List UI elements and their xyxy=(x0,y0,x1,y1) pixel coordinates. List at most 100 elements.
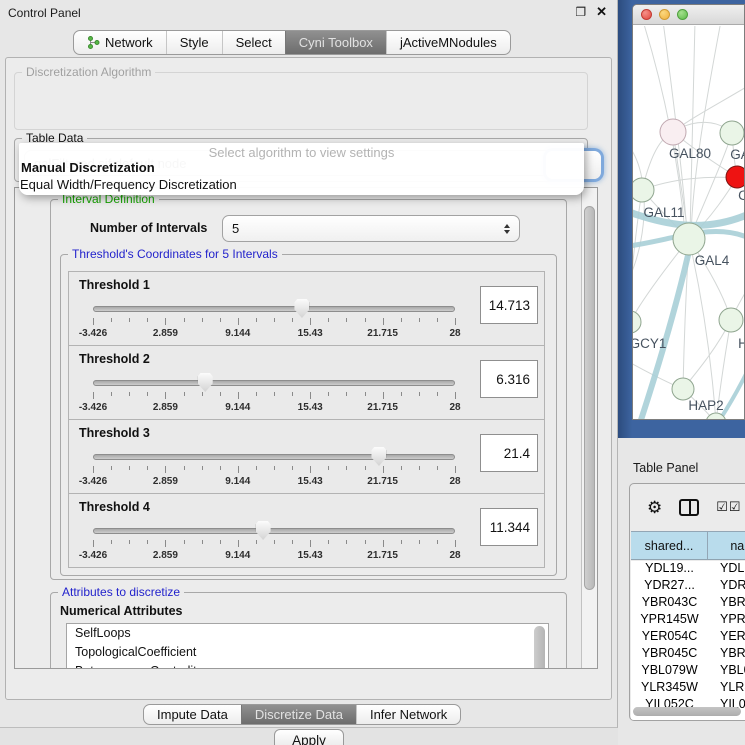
tick-mark xyxy=(238,466,239,473)
network-node-green[interactable] xyxy=(673,223,705,255)
control-panel: Control Panel ❐ ✕ Network xyxy=(0,0,618,728)
cell-name[interactable]: YPR1 xyxy=(708,612,745,629)
numerical-attributes-heading: Numerical Attributes xyxy=(60,604,182,618)
network-canvas[interactable]: GAL80GAGAL11CGAL4GCY1HHAP2 xyxy=(633,26,745,420)
cell-name[interactable]: YBR0 xyxy=(708,595,745,612)
slider-thumb-icon[interactable] xyxy=(294,299,309,318)
slider-thumb-icon[interactable] xyxy=(371,447,386,466)
attribute-item[interactable]: BetweennessCentrality xyxy=(67,662,548,669)
table-row[interactable]: YDL19...YDL1 xyxy=(631,561,745,578)
tick-label: 28 xyxy=(449,476,460,487)
tick-label: 9.144 xyxy=(225,402,250,413)
number-of-intervals-combobox[interactable]: 5 xyxy=(222,215,520,242)
network-node-label: H xyxy=(738,336,745,351)
gear-icon[interactable]: ⚙ xyxy=(647,499,662,516)
tick-mark xyxy=(93,318,94,325)
column-header-shared-name[interactable]: shared... xyxy=(631,532,708,559)
cell-name[interactable]: YLR3 xyxy=(708,680,745,697)
slider-track[interactable] xyxy=(93,380,455,386)
mac-close-icon[interactable] xyxy=(641,9,652,20)
network-window-titlebar[interactable] xyxy=(633,5,744,25)
dropdown-option-equal-width[interactable]: Equal Width/Frequency Discretization xyxy=(19,177,584,192)
attribute-item[interactable]: TopologicalCoefficient xyxy=(67,643,548,662)
table-row[interactable]: YPR145WYPR1 xyxy=(631,612,745,629)
settings-vertical-scrollbar-thumb[interactable] xyxy=(584,206,595,590)
tick-mark xyxy=(310,466,311,473)
columns-icon[interactable] xyxy=(679,499,699,516)
cell-name[interactable]: YER0 xyxy=(708,629,745,646)
tab-discretize-data[interactable]: Discretize Data xyxy=(241,705,356,724)
cell-name[interactable]: YBL0 xyxy=(708,663,745,680)
slider-thumb-icon[interactable] xyxy=(256,521,271,540)
table-row[interactable]: YDR27...YDR2 xyxy=(631,578,745,595)
apply-button[interactable]: Apply xyxy=(274,729,344,745)
tick-label: 28 xyxy=(449,402,460,413)
threshold-value-field[interactable]: 21.4 xyxy=(480,434,538,472)
table-row[interactable]: YBR045CYBR0 xyxy=(631,646,745,663)
network-node-label: GA xyxy=(730,147,745,162)
slider-ticks xyxy=(93,540,455,548)
attributes-list-scrollbar[interactable] xyxy=(534,626,545,669)
tab-infer-network-label: Infer Network xyxy=(370,707,447,722)
cell-shared-name[interactable]: YBR045C xyxy=(631,646,708,663)
network-node-pink[interactable] xyxy=(660,119,686,145)
column-header-name[interactable]: name xyxy=(708,532,745,559)
tab-jactivemnodules[interactable]: jActiveMNodules xyxy=(386,31,510,54)
threshold-value-field[interactable]: 14.713 xyxy=(480,286,538,324)
table-row[interactable]: YER054CYER0 xyxy=(631,629,745,646)
tab-style[interactable]: Style xyxy=(166,31,222,54)
slider-track[interactable] xyxy=(93,454,455,460)
control-panel-title: Control Panel xyxy=(8,6,81,20)
cell-shared-name[interactable]: YPR145W xyxy=(631,612,708,629)
mac-minimize-icon[interactable] xyxy=(659,9,670,20)
select-all-checkboxes-icon[interactable]: ☑☑ xyxy=(716,499,741,515)
tab-cyni-toolbox[interactable]: Cyni Toolbox xyxy=(285,31,386,54)
slider-ticks xyxy=(93,318,455,326)
cell-shared-name[interactable]: YDR27... xyxy=(631,578,708,595)
tick-mark xyxy=(202,466,203,470)
float-window-icon[interactable]: ❐ xyxy=(575,5,586,19)
network-icon xyxy=(87,36,100,49)
network-node-green[interactable] xyxy=(719,308,743,332)
tick-label: 9.144 xyxy=(225,550,250,561)
attribute-item[interactable]: SelfLoops xyxy=(67,624,548,643)
tab-select[interactable]: Select xyxy=(222,31,285,54)
mac-zoom-icon[interactable] xyxy=(677,9,688,20)
threshold-value-field[interactable]: 11.344 xyxy=(480,508,538,546)
thresholds-group-title: Threshold's Coordinates for 5 Intervals xyxy=(68,247,282,261)
tick-mark xyxy=(147,392,148,396)
cell-shared-name[interactable]: YBL079W xyxy=(631,663,708,680)
cell-name[interactable]: YBR0 xyxy=(708,646,745,663)
table-row[interactable]: YBL079WYBL0 xyxy=(631,663,745,680)
slider-track[interactable] xyxy=(93,306,455,312)
cell-shared-name[interactable]: YDL19... xyxy=(631,561,708,578)
table-row[interactable]: YBR043CYBR0 xyxy=(631,595,745,612)
top-tab-bar: Network Style Select Cyni Toolbox jActiv… xyxy=(73,30,511,55)
tick-mark xyxy=(93,466,94,473)
cell-shared-name[interactable]: YLR345W xyxy=(631,680,708,697)
cell-name[interactable]: YDL1 xyxy=(708,561,745,578)
tick-mark xyxy=(437,466,438,470)
threshold-value-field[interactable]: 6.316 xyxy=(480,360,538,398)
network-node-green[interactable] xyxy=(720,121,744,145)
cell-name[interactable]: YDR2 xyxy=(708,578,745,595)
tick-mark xyxy=(274,392,275,396)
dropdown-hint-item[interactable]: Select algorithm to view settings xyxy=(19,143,584,159)
cell-shared-name[interactable]: YBR043C xyxy=(631,595,708,612)
table-row[interactable]: YLR345WYLR3 xyxy=(631,680,745,697)
network-node-green[interactable] xyxy=(672,378,694,400)
network-node-green[interactable] xyxy=(633,178,654,202)
tab-impute-data[interactable]: Impute Data xyxy=(144,705,241,724)
tab-network[interactable]: Network xyxy=(74,31,166,54)
network-node-green[interactable] xyxy=(633,311,641,333)
tab-infer-network[interactable]: Infer Network xyxy=(356,705,460,724)
tab-discretize-data-label: Discretize Data xyxy=(255,707,343,722)
slider-track[interactable] xyxy=(93,528,455,534)
settings-vertical-scrollbar-track[interactable] xyxy=(581,188,597,668)
cell-shared-name[interactable]: YER054C xyxy=(631,629,708,646)
slider-thumb-icon[interactable] xyxy=(198,373,213,392)
network-node-red[interactable] xyxy=(726,166,745,188)
dropdown-option-manual[interactable]: Manual Discretization xyxy=(19,160,584,175)
table-horizontal-scrollbar[interactable] xyxy=(633,707,741,716)
close-window-icon[interactable]: ✕ xyxy=(596,4,607,20)
